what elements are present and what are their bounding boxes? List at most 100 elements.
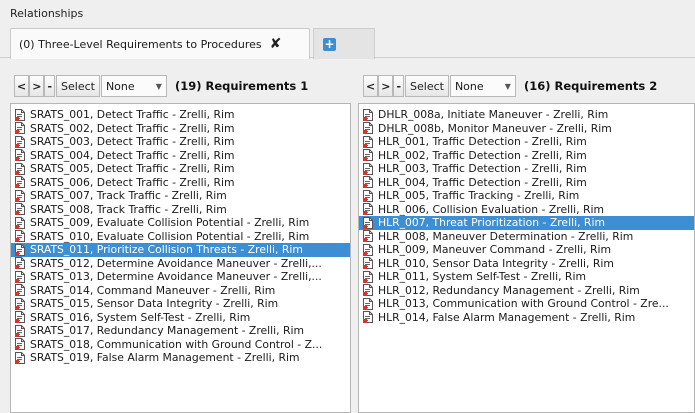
list-item[interactable]: HLR_008, Maneuver Determination - Zrelli… [359,230,694,244]
requirement-document-icon [363,122,373,135]
list-item[interactable]: SRATS_001, Detect Traffic - Zrelli, Rim [11,108,350,122]
list-item-label: SRATS_004, Detect Traffic - Zrelli, Rim [30,148,235,162]
list-item[interactable]: SRATS_015, Sensor Data Integrity - Zrell… [11,297,350,311]
list-item-label: HLR_001, Traffic Detection - Zrelli, Rim [378,135,587,148]
left-minus-button[interactable]: - [44,75,56,97]
right-filter-dropdown[interactable]: None ▼ [449,75,516,97]
requirement-document-icon [363,230,373,243]
list-item[interactable]: SRATS_016, System Self-Test - Zrelli, Ri… [11,311,350,325]
list-item[interactable]: SRATS_003, Detect Traffic - Zrelli, Rim [11,135,350,149]
list-item-label: HLR_002, Traffic Detection - Zrelli, Rim [378,148,587,162]
list-item-label: SRATS_008, Track Traffic - Zrelli, Rim [30,202,227,216]
requirement-document-icon [363,284,373,297]
list-item[interactable]: HLR_003, Traffic Detection - Zrelli, Rim [359,162,694,176]
list-item[interactable]: HLR_001, Traffic Detection - Zrelli, Rim [359,135,694,149]
list-item[interactable]: HLR_011, System Self-Test - Zrelli, Rim [359,270,694,284]
list-item[interactable]: SRATS_004, Detect Traffic - Zrelli, Rim [11,149,350,163]
add-tab-button[interactable]: + [313,28,375,59]
list-item[interactable]: HLR_014, False Alarm Management - Zrelli… [359,311,694,325]
tab-three-level-requirements[interactable]: (0) Three-Level Requirements to Procedur… [10,28,310,59]
list-item-label: SRATS_006, Detect Traffic - Zrelli, Rim [30,175,235,189]
list-item-label: HLR_008, Maneuver Determination - Zrelli… [378,229,634,243]
list-item[interactable]: HLR_009, Maneuver Command - Zrelli, Rim [359,243,694,257]
list-item-label: SRATS_012, Determine Avoidance Maneuver … [30,256,322,270]
list-item-label: HLR_011, System Self-Test - Zrelli, Rim [378,270,586,283]
list-item-label: SRATS_005, Detect Traffic - Zrelli, Rim [30,162,235,175]
list-item-label: SRATS_009, Evaluate Collision Potential … [30,216,310,229]
right-prev-button[interactable]: < [363,75,379,97]
chevron-down-icon: ▼ [155,81,162,91]
list-item[interactable]: HLR_012, Redundancy Management - Zrelli,… [359,284,694,298]
list-item[interactable]: SRATS_011, Prioritize Collision Threats … [11,243,350,257]
right-minus-button[interactable]: - [393,75,405,97]
list-item-label: SRATS_017, Redundancy Management - Zrell… [30,324,305,337]
requirement-document-icon [15,108,25,121]
requirement-document-icon [363,162,373,175]
close-tab-icon[interactable]: ✘ [270,37,282,51]
list-item-label: HLR_009, Maneuver Command - Zrelli, Rim [378,243,612,256]
left-select-button[interactable]: Select [56,75,100,97]
left-next-button[interactable]: > [29,75,45,97]
list-item[interactable]: SRATS_010, Evaluate Collision Potential … [11,230,350,244]
list-item[interactable]: SRATS_012, Determine Avoidance Maneuver … [11,257,350,271]
requirement-document-icon [15,338,25,351]
list-item-label: HLR_005, Traffic Tracking - Zrelli, Rim [378,189,580,202]
requirement-document-icon [15,162,25,175]
right-requirements-list[interactable]: DHLR_008a, Initiate Maneuver - Zrelli, R… [358,103,695,413]
requirement-document-icon [15,176,25,189]
list-item[interactable]: SRATS_009, Evaluate Collision Potential … [11,216,350,230]
list-item[interactable]: DHLR_008a, Initiate Maneuver - Zrelli, R… [359,108,694,122]
list-item[interactable]: SRATS_014, Command Maneuver - Zrelli, Ri… [11,284,350,298]
requirement-document-icon [15,149,25,162]
list-item-label: SRATS_007, Track Traffic - Zrelli, Rim [30,189,227,202]
right-filter-value: None [454,79,484,93]
requirement-document-icon [15,122,25,135]
requirement-document-icon [363,189,373,202]
list-item[interactable]: HLR_010, Sensor Data Integrity - Zrelli,… [359,257,694,271]
right-select-button[interactable]: Select [405,75,449,97]
list-item-label: HLR_004, Traffic Detection - Zrelli, Rim [378,175,587,189]
list-item[interactable]: HLR_002, Traffic Detection - Zrelli, Rim [359,149,694,163]
left-filter-dropdown[interactable]: None ▼ [100,75,167,97]
list-item[interactable]: HLR_007, Threat Prioritization - Zrelli,… [359,216,694,230]
list-item[interactable]: SRATS_017, Redundancy Management - Zrell… [11,324,350,338]
requirement-document-icon [363,257,373,270]
list-item[interactable]: HLR_013, Communication with Ground Contr… [359,297,694,311]
requirement-document-icon [15,203,25,216]
requirement-document-icon [15,243,25,256]
list-item[interactable]: SRATS_007, Track Traffic - Zrelli, Rim [11,189,350,203]
list-item[interactable]: SRATS_002, Detect Traffic - Zrelli, Rim [11,122,350,136]
right-toolbar: < > - Select None ▼ (16) Requirements 2 [363,74,657,98]
list-item-label: SRATS_013, Determine Avoidance Maneuver … [30,270,322,283]
list-item[interactable]: SRATS_019, False Alarm Management - Zrel… [11,351,350,365]
list-item[interactable]: SRATS_013, Determine Avoidance Maneuver … [11,270,350,284]
list-item[interactable]: SRATS_005, Detect Traffic - Zrelli, Rim [11,162,350,176]
list-item[interactable]: SRATS_008, Track Traffic - Zrelli, Rim [11,203,350,217]
requirement-document-icon [15,284,25,297]
list-item[interactable]: HLR_006, Collision Evaluation - Zrelli, … [359,203,694,217]
requirement-document-icon [363,176,373,189]
requirement-document-icon [15,230,25,243]
list-item[interactable]: SRATS_018, Communication with Ground Con… [11,338,350,352]
list-item[interactable]: DHLR_008b, Monitor Maneuver - Zrelli, Ri… [359,122,694,136]
list-item-label: SRATS_014, Command Maneuver - Zrelli, Ri… [30,283,276,297]
right-next-button[interactable]: > [378,75,394,97]
list-item-label: SRATS_003, Detect Traffic - Zrelli, Rim [30,135,235,148]
requirement-document-icon [363,216,373,229]
requirement-document-icon [15,324,25,337]
requirement-document-icon [15,189,25,202]
list-item-label: SRATS_011, Prioritize Collision Threats … [30,243,303,256]
list-item-label: HLR_013, Communication with Ground Contr… [378,297,669,310]
requirement-document-icon [363,135,373,148]
left-requirements-list[interactable]: SRATS_001, Detect Traffic - Zrelli, Rim S… [10,103,351,413]
requirement-document-icon [15,257,25,270]
list-item-label: SRATS_015, Sensor Data Integrity - Zrell… [30,297,279,310]
list-item[interactable]: SRATS_006, Detect Traffic - Zrelli, Rim [11,176,350,190]
requirement-document-icon [15,311,25,324]
panel-title: Relationships [10,7,84,20]
list-item-label: HLR_003, Traffic Detection - Zrelli, Rim [378,162,587,175]
list-item[interactable]: HLR_004, Traffic Detection - Zrelli, Rim [359,176,694,190]
list-item-label: SRATS_001, Detect Traffic - Zrelli, Rim [30,108,235,121]
list-item[interactable]: HLR_005, Traffic Tracking - Zrelli, Rim [359,189,694,203]
left-prev-button[interactable]: < [14,75,30,97]
